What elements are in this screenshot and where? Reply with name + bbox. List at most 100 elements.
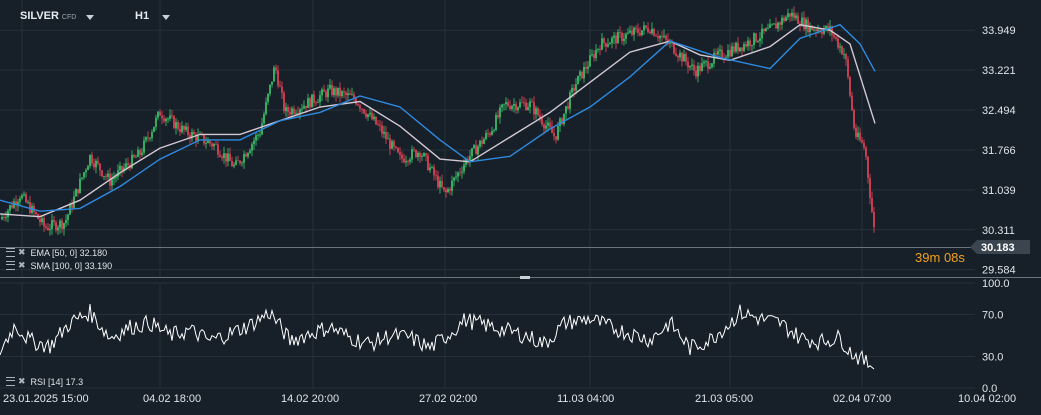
candle-body — [771, 24, 773, 26]
rsi-legend-label: RSI [14] 17.3 — [30, 376, 84, 387]
candle-body — [25, 194, 27, 203]
candle-body — [695, 70, 697, 77]
candle-body — [665, 35, 667, 40]
candle-body — [307, 98, 309, 109]
candle-body — [35, 211, 37, 214]
candle-body — [475, 145, 477, 155]
settings-lines-icon[interactable] — [6, 377, 15, 386]
candle-body — [273, 67, 275, 82]
rsi-legend[interactable]: ✖ RSI [14] 17.3 — [6, 376, 83, 387]
candle-body — [3, 217, 5, 218]
candle-body — [853, 110, 855, 128]
candle-body — [777, 22, 779, 29]
candle-body — [689, 66, 691, 68]
candle-body — [745, 44, 747, 47]
candle-body — [531, 101, 533, 103]
candle-body — [627, 32, 629, 34]
candle-body — [631, 30, 633, 35]
candle-body — [515, 104, 517, 111]
settings-lines-icon[interactable] — [6, 248, 15, 257]
candle-body — [119, 165, 121, 171]
candle-body — [463, 164, 465, 172]
candle-body — [755, 33, 757, 42]
candle-body — [149, 138, 151, 139]
candle-body — [397, 147, 399, 153]
candle-body — [731, 46, 733, 57]
candle-body — [609, 43, 611, 45]
candle-body — [497, 115, 499, 118]
close-icon[interactable]: ✖ — [18, 247, 26, 258]
candle-body — [83, 172, 85, 178]
candle-body — [143, 140, 145, 153]
candle-body — [409, 159, 411, 162]
candle-body — [347, 93, 349, 96]
candle-body — [787, 13, 789, 18]
candle-body — [675, 53, 677, 56]
candle-body — [669, 42, 671, 44]
candle-body — [369, 112, 371, 115]
candle-body — [247, 153, 249, 157]
candle-body — [773, 23, 775, 25]
sma-legend[interactable]: ✖ SMA [100, 0] 33.190 — [6, 260, 112, 271]
candle-body — [171, 115, 173, 117]
candle-body — [239, 160, 241, 164]
candle-body — [187, 126, 189, 135]
candle-body — [569, 92, 571, 109]
candle-body — [67, 214, 69, 221]
candle-body — [507, 102, 509, 107]
candle-body — [521, 102, 523, 104]
candle-body — [49, 229, 51, 230]
candle-body — [585, 66, 587, 69]
candle-body — [423, 153, 425, 157]
candle-body — [783, 17, 785, 21]
candle-body — [95, 160, 97, 168]
candle-body — [781, 17, 783, 25]
candle-body — [289, 112, 291, 115]
candle-body — [29, 201, 31, 213]
rsi-axis-labels: 100.070.030.00.0 — [982, 278, 1010, 395]
candle-body — [399, 152, 401, 155]
candle-body — [785, 17, 787, 21]
candle-body — [367, 114, 369, 117]
chart-canvas[interactable]: 33.949 33.221 32.494 31.766 31.039 30.311 29.5… — [0, 0, 1041, 415]
price-tick-label: 33.221 — [982, 65, 1016, 77]
candle-body — [839, 46, 841, 48]
close-icon[interactable]: ✖ — [18, 376, 26, 387]
timeframe-selector[interactable]: H1 — [135, 10, 149, 22]
pane-drag-handle — [520, 276, 530, 279]
candle-body — [847, 59, 849, 77]
rsi-tick-label: 100.0 — [982, 278, 1010, 290]
candle-body — [417, 152, 419, 158]
settings-lines-icon[interactable] — [6, 261, 15, 270]
candle-body — [183, 125, 185, 130]
ma-line — [0, 23, 876, 218]
symbol-dropdown-icon[interactable] — [86, 15, 94, 20]
candle-body — [759, 38, 761, 41]
candle-body — [227, 153, 229, 162]
candle-body — [633, 27, 635, 35]
candle-body — [629, 30, 631, 33]
candle-body — [843, 54, 845, 55]
candle-body — [315, 102, 317, 104]
candle-body — [867, 156, 869, 178]
candle-body — [791, 12, 793, 17]
candle-body — [219, 154, 221, 157]
candle-body — [223, 153, 225, 159]
candle-body — [703, 61, 705, 64]
ema-legend[interactable]: ✖ EMA [50, 0] 32.180 — [6, 247, 107, 258]
price-tick-label: 31.039 — [982, 185, 1016, 197]
candle-body — [471, 148, 473, 157]
price-tick-label: 32.494 — [982, 105, 1016, 117]
candle-body — [597, 48, 599, 50]
candle-body — [795, 15, 797, 19]
candle-body — [767, 28, 769, 29]
candle-body — [761, 28, 763, 39]
price-tick-label: 29.584 — [982, 265, 1016, 277]
candle-body — [43, 218, 45, 227]
candle-body — [699, 65, 701, 72]
close-icon[interactable]: ✖ — [18, 260, 26, 271]
candle-body — [659, 36, 661, 39]
candle-body — [41, 218, 43, 223]
symbol-selector[interactable]: SILVER CFD — [20, 10, 76, 22]
timeframe-dropdown-icon[interactable] — [162, 15, 170, 20]
